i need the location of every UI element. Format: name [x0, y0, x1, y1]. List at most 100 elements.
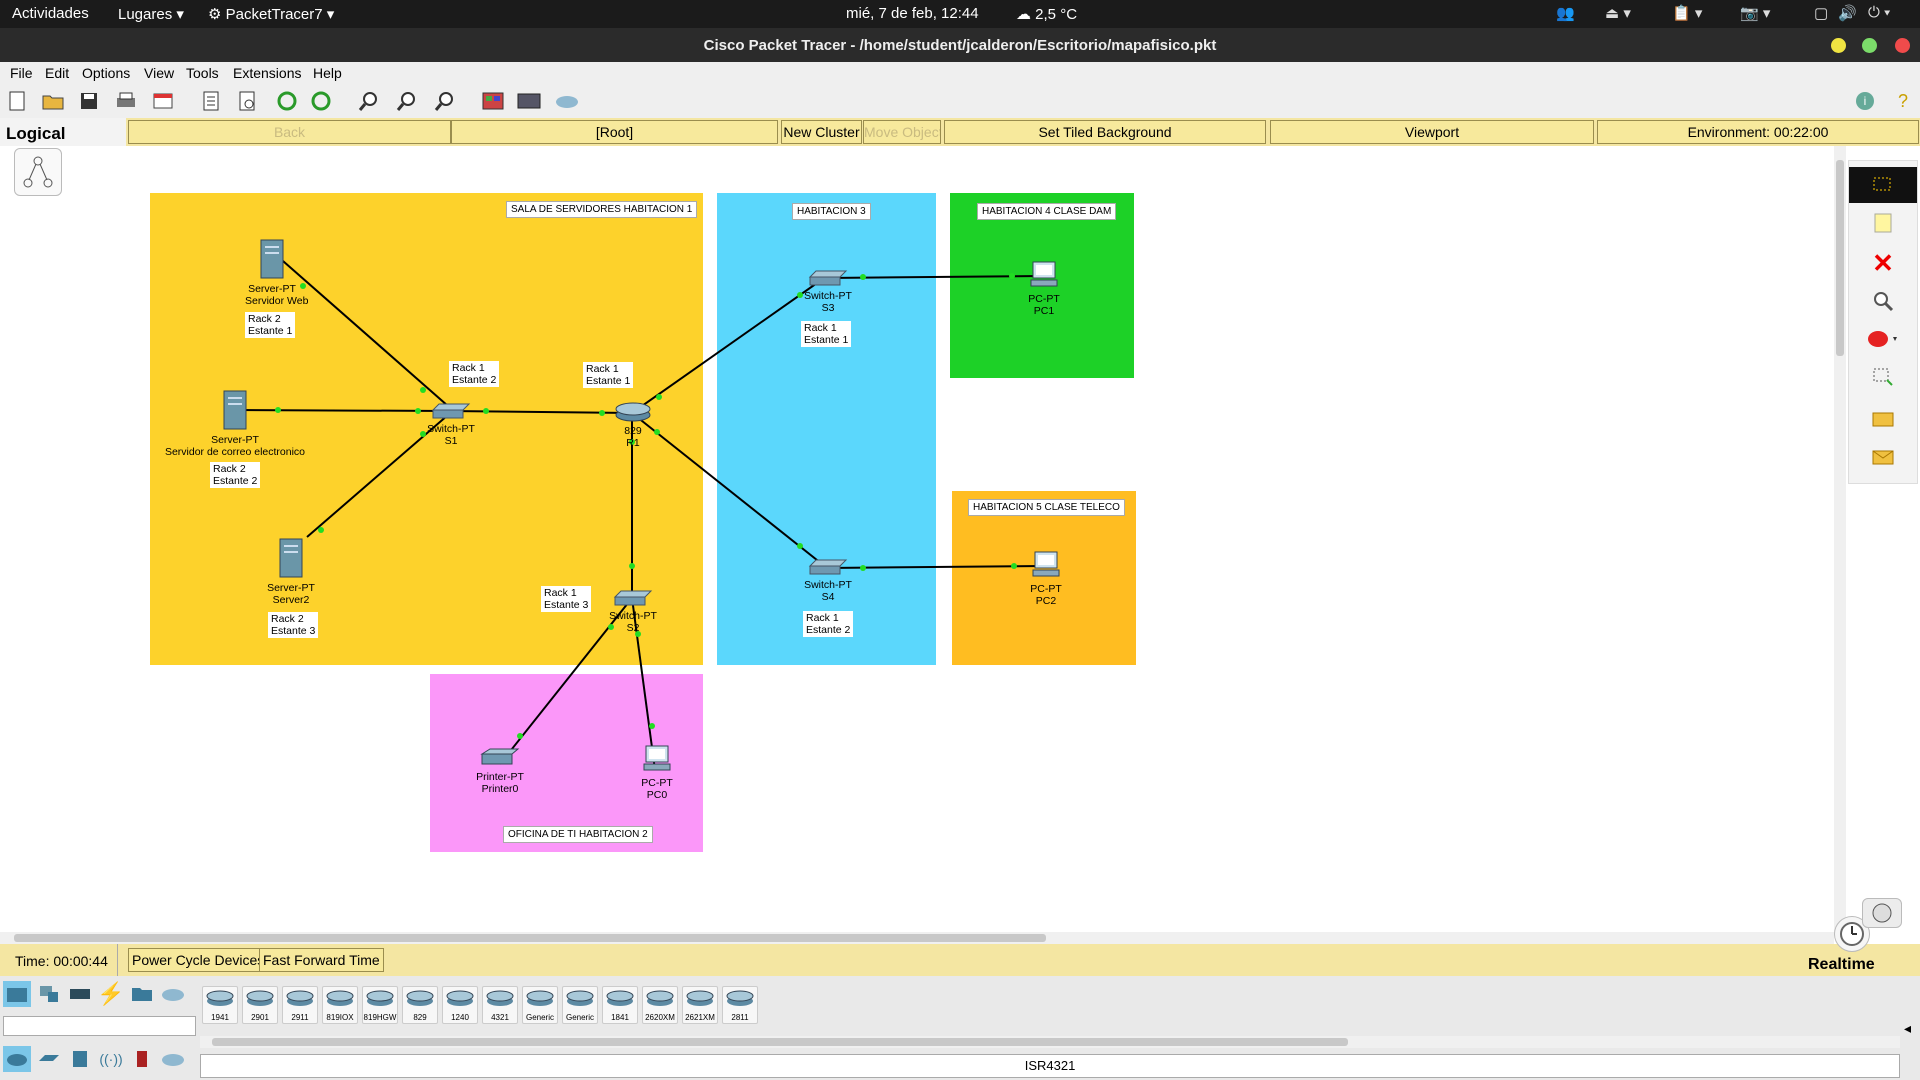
maximize-button[interactable] [1862, 38, 1877, 53]
draw-shape-tool-icon[interactable] [1849, 321, 1917, 357]
server2-device[interactable]: Server-PT Server2 [264, 537, 318, 606]
inspect-tool-icon[interactable] [1849, 283, 1917, 319]
environment-button[interactable]: Environment: 00:22:00 [1597, 120, 1919, 144]
redo-icon[interactable] [308, 88, 334, 114]
clipboard-icon[interactable]: 📋 ▾ [1672, 4, 1702, 22]
document-icon[interactable] [198, 88, 224, 114]
people-icon[interactable]: 👥 [1556, 4, 1575, 22]
device-model-button[interactable]: 829 [402, 986, 438, 1024]
window-icon[interactable]: ▢ [1814, 4, 1828, 22]
new-cluster-button[interactable]: New Cluster [781, 120, 862, 144]
menu-edit[interactable]: Edit [45, 65, 69, 81]
note-rack[interactable]: Rack 1 Estante 1 [583, 362, 634, 388]
server-mail-device[interactable]: Server-PT Servidor de correo electronico [162, 389, 308, 458]
move-object-button[interactable]: Move Object [863, 120, 941, 144]
delete-tool-icon[interactable]: ✕ [1849, 245, 1917, 281]
resize-tool-icon[interactable] [1849, 359, 1917, 395]
multiuser-category-icon[interactable] [159, 981, 187, 1007]
menu-view[interactable]: View [144, 65, 174, 81]
note-rack[interactable]: Rack 2 Estante 2 [210, 462, 261, 488]
pc2-device[interactable]: PC-PT PC2 [1026, 550, 1066, 607]
vertical-scroll-thumb[interactable] [1836, 160, 1844, 356]
note-rack[interactable]: Rack 1 Estante 3 [541, 586, 592, 612]
device-model-button[interactable]: 819HGW [362, 986, 398, 1024]
menu-file[interactable]: File [10, 65, 33, 81]
switch-s1-device[interactable]: Switch-PT S1 [424, 402, 478, 447]
end-devices-category-icon[interactable] [35, 981, 63, 1007]
volume-icon[interactable]: 🔊 [1838, 4, 1857, 22]
root-button[interactable]: [Root] [451, 120, 778, 144]
miscellaneous-category-icon[interactable] [128, 981, 156, 1007]
minimize-button[interactable] [1831, 38, 1846, 53]
palette-icon[interactable] [480, 88, 506, 114]
new-file-icon[interactable] [4, 88, 30, 114]
horizontal-scroll-thumb[interactable] [14, 934, 1046, 942]
select-tool-icon[interactable] [1849, 167, 1917, 203]
back-button[interactable]: Back [128, 120, 451, 144]
info-icon[interactable]: i [1852, 88, 1878, 114]
device-model-button[interactable]: 2901 [242, 986, 278, 1024]
server-web-device[interactable]: Server-PT Servidor Web [245, 238, 308, 307]
pc1-device[interactable]: PC-PT PC1 [1024, 260, 1064, 317]
security-subcategory-icon[interactable] [128, 1046, 156, 1072]
logical-workspace[interactable]: SALA DE SERVIDORES HABITACION 1 HABITACI… [0, 146, 1834, 936]
connections-category-icon[interactable]: ⚡ [97, 981, 125, 1007]
wireless-subcategory-icon[interactable]: ((·)) [97, 1046, 125, 1072]
device-model-button[interactable]: 2620XM [642, 986, 678, 1024]
complex-pdu-icon[interactable] [1849, 439, 1917, 475]
places-menu[interactable]: Lugares ▾ [118, 5, 184, 23]
device-model-button[interactable]: 1941 [202, 986, 238, 1024]
network-devices-category-icon[interactable] [3, 981, 31, 1007]
menu-options[interactable]: Options [82, 65, 130, 81]
note-rack[interactable]: Rack 2 Estante 1 [245, 312, 296, 338]
open-folder-icon[interactable] [40, 88, 66, 114]
note-tool-icon[interactable] [1849, 205, 1917, 241]
custom-device-icon[interactable] [516, 88, 542, 114]
device-model-button[interactable]: 1841 [602, 986, 638, 1024]
switch-s3-device[interactable]: Switch-PT S3 [801, 269, 855, 314]
camera-icon[interactable]: 📷 ▾ [1740, 4, 1770, 22]
cloud-icon[interactable] [554, 88, 580, 114]
clock[interactable]: mié, 7 de feb, 12:44 [846, 5, 979, 22]
device-list-scrollbar[interactable] [200, 1036, 1900, 1048]
note-rack[interactable]: Rack 2 Estante 3 [268, 612, 319, 638]
device-model-button[interactable]: 2621XM [682, 986, 718, 1024]
print-icon[interactable] [113, 88, 139, 114]
device-model-button[interactable]: 2811 [722, 986, 758, 1024]
pc0-device[interactable]: PC-PT PC0 [637, 744, 677, 801]
menu-tools[interactable]: Tools [186, 65, 219, 81]
logical-view-label[interactable]: Logical [0, 118, 126, 146]
device-model-button[interactable]: Generic [522, 986, 558, 1024]
viewport-button[interactable]: Viewport [1270, 120, 1594, 144]
routers-subcategory-icon[interactable] [3, 1046, 31, 1072]
close-button[interactable] [1895, 38, 1910, 53]
device-model-button[interactable]: 819IOX [322, 986, 358, 1024]
power-cycle-devices-button[interactable]: Power Cycle Devices [128, 948, 269, 972]
note-rack[interactable]: Rack 1 Estante 1 [801, 321, 852, 347]
note-rack[interactable]: Rack 1 Estante 2 [449, 361, 500, 387]
undo-icon[interactable] [274, 88, 300, 114]
realtime-mode-label[interactable]: Realtime [1808, 956, 1875, 974]
switch-s4-device[interactable]: Switch-PT S4 [801, 558, 855, 603]
save-icon[interactable] [76, 88, 102, 114]
fast-forward-time-button[interactable]: Fast Forward Time [259, 948, 384, 972]
device-model-button[interactable]: 2911 [282, 986, 318, 1024]
power-icon[interactable]: ⏻ ▾ [1868, 4, 1890, 21]
horizontal-scrollbar[interactable] [0, 932, 1834, 944]
inspect-icon[interactable] [234, 88, 260, 114]
zoom-in-icon[interactable] [356, 88, 382, 114]
simulation-mode-icon[interactable] [1862, 898, 1902, 928]
hubs-subcategory-icon[interactable] [66, 1046, 94, 1072]
activities-button[interactable]: Actividades [12, 5, 89, 22]
device-model-button[interactable]: Generic [562, 986, 598, 1024]
switch-s2-device[interactable]: Switch-PT S2 [606, 589, 660, 634]
router-r1-device[interactable]: 829 R1 [610, 400, 656, 449]
device-search-input[interactable] [3, 1016, 196, 1036]
eject-icon[interactable]: ⏏ ▾ [1605, 4, 1631, 22]
printer0-device[interactable]: Printer-PT Printer0 [470, 746, 530, 795]
weather-indicator[interactable]: ☁ 2,5 °C [1016, 5, 1077, 23]
wan-emulation-subcategory-icon[interactable] [159, 1046, 187, 1072]
zoom-out-icon[interactable] [432, 88, 458, 114]
help-icon[interactable]: ? [1890, 88, 1916, 114]
vertical-scrollbar[interactable] [1834, 146, 1846, 936]
